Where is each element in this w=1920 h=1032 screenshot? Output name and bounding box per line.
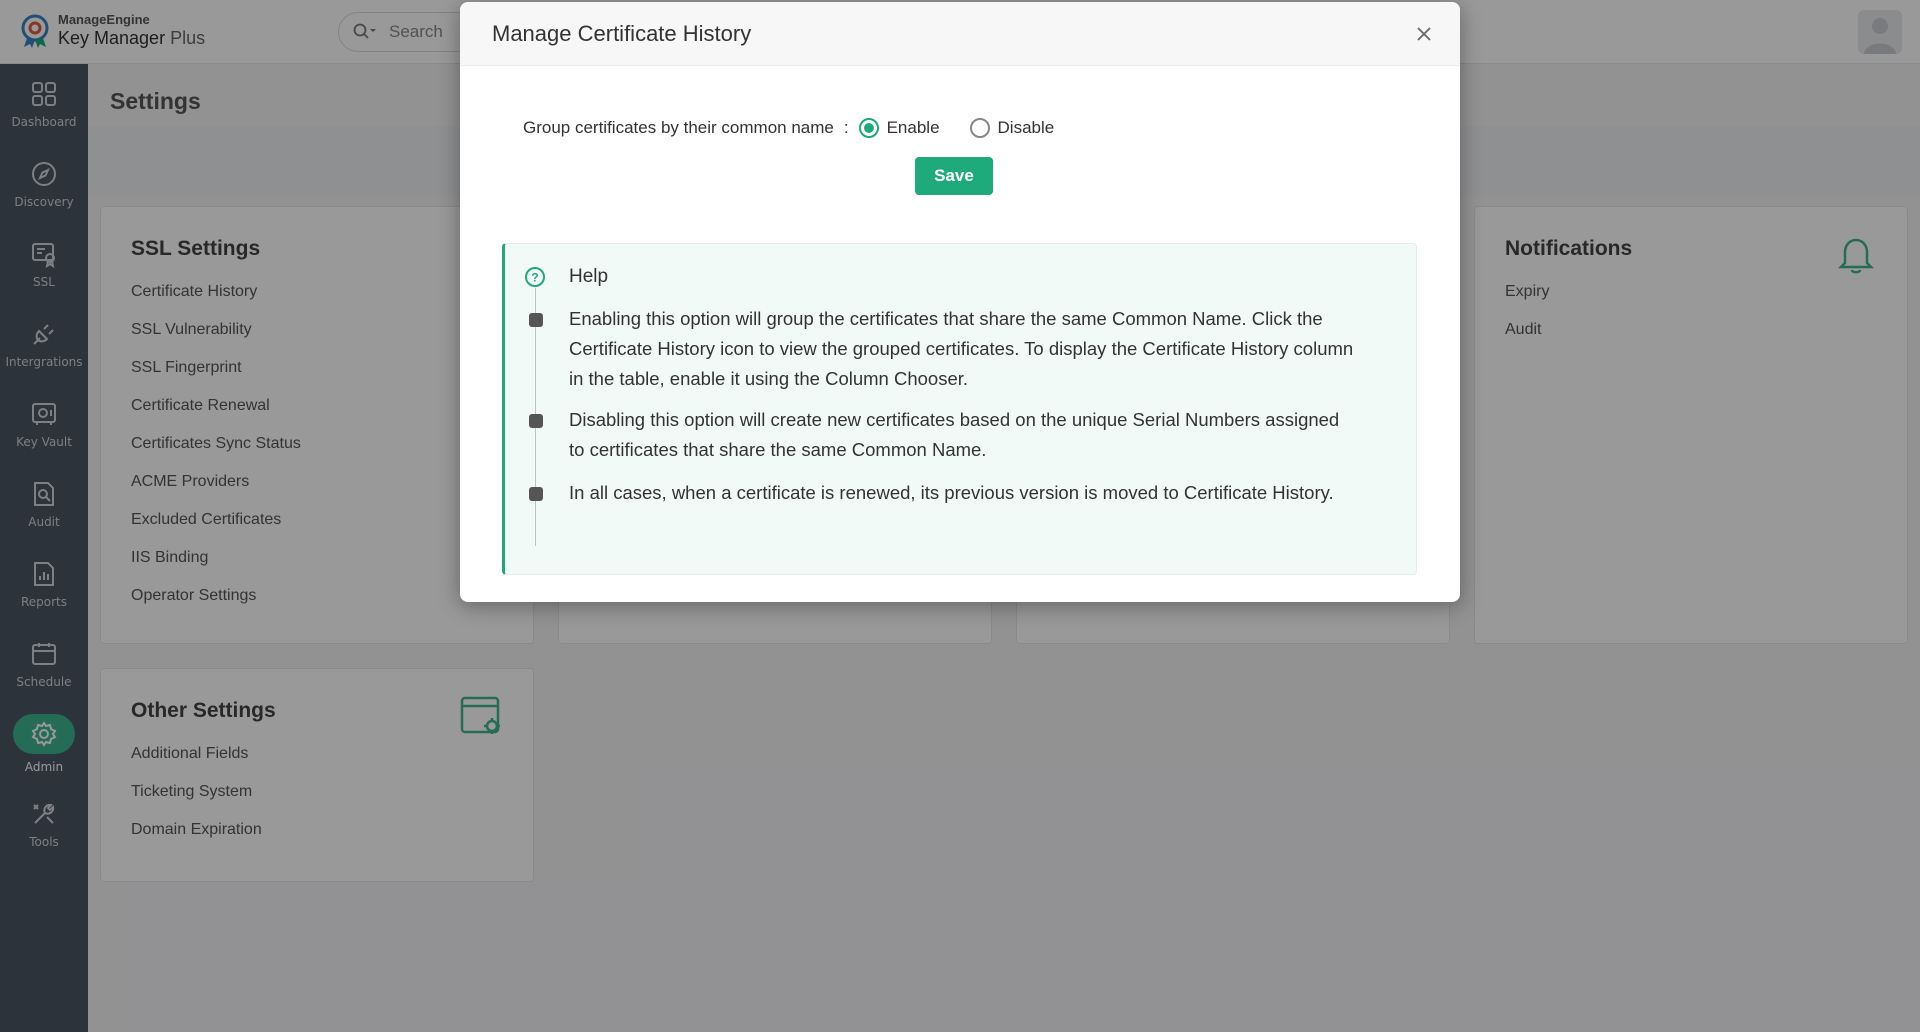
help-title: Help: [569, 266, 609, 287]
help-item: In all cases, when a certificate is rene…: [569, 482, 1334, 503]
help-item: Enabling this option will group the cert…: [569, 308, 1354, 389]
disable-radio[interactable]: Disable: [969, 118, 1055, 138]
close-icon[interactable]: [1412, 22, 1436, 46]
radio-button[interactable]: [969, 118, 990, 138]
enable-radio[interactable]: Enable: [858, 118, 940, 138]
dialog-title: Manage Certificate History: [492, 21, 752, 46]
help-bullet: [529, 487, 543, 501]
group-by-common-name-row: Group certificates by their common name …: [523, 118, 1054, 138]
help-question-icon: ?: [525, 267, 545, 287]
help-item: Disabling this option will create new ce…: [569, 409, 1340, 460]
enable-radio-label: Enable: [886, 118, 940, 137]
help-bullet: [529, 313, 543, 327]
help-panel: ? Help Enabling this option will group t…: [502, 243, 1417, 575]
group-by-label: Group certificates by their common name: [523, 118, 834, 137]
save-button[interactable]: Save: [915, 157, 993, 195]
group-by-separator: :: [843, 118, 849, 137]
dialog-header: Manage Certificate History: [460, 2, 1460, 66]
radio-button-selected[interactable]: [858, 118, 879, 138]
svg-text:?: ?: [531, 271, 538, 285]
manage-certificate-history-dialog: Manage Certificate History Group certifi…: [460, 2, 1460, 602]
disable-radio-label: Disable: [997, 118, 1055, 137]
help-bullet: [529, 414, 543, 428]
